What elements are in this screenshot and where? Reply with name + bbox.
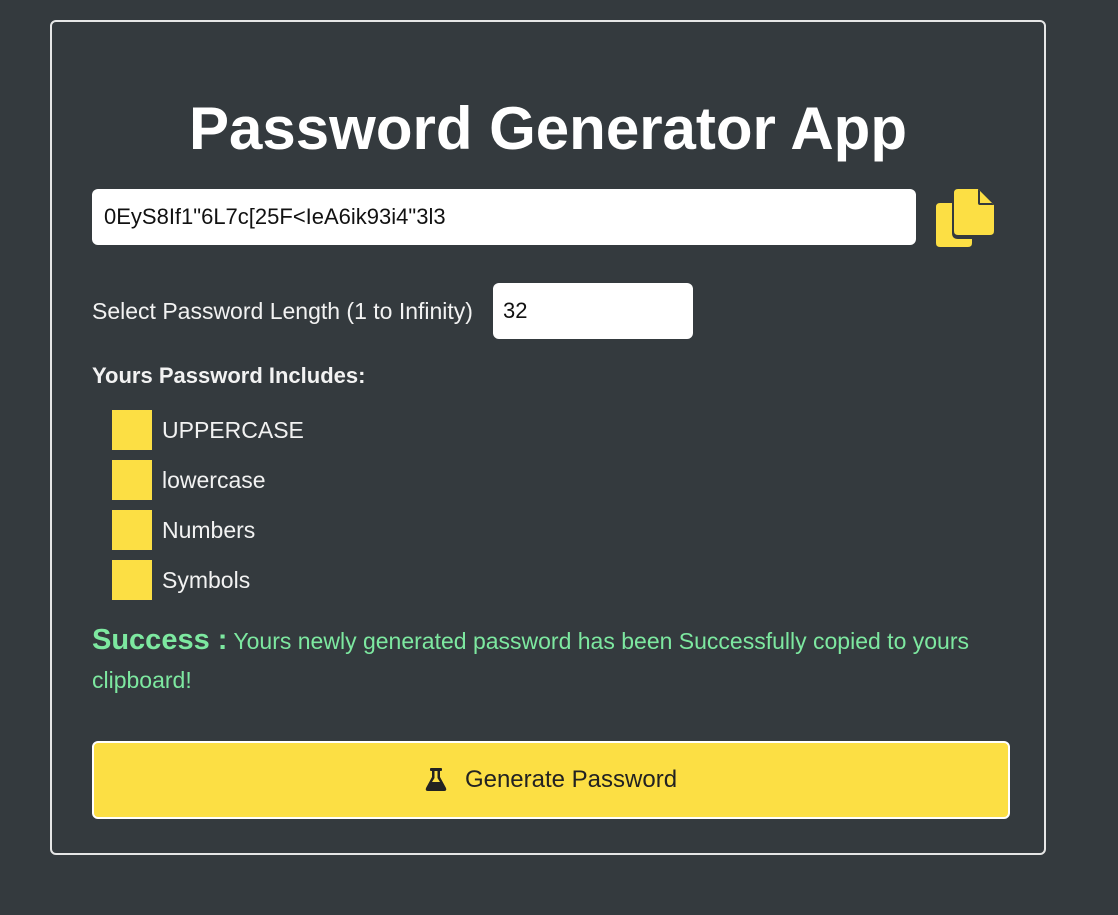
success-message: Success : Yours newly generated password… — [92, 621, 1012, 700]
uppercase-checkbox[interactable] — [112, 410, 152, 450]
page-title: Password Generator App — [189, 95, 907, 162]
generate-password-button[interactable]: Generate Password — [92, 741, 1010, 819]
includes-heading: Yours Password Includes: — [92, 363, 366, 388]
generated-password-field[interactable] — [92, 189, 916, 245]
copy-button[interactable] — [932, 185, 998, 251]
option-label: UPPERCASE — [162, 416, 304, 443]
option-numbers[interactable]: Numbers — [112, 510, 255, 550]
option-label: lowercase — [162, 466, 266, 493]
lowercase-checkbox[interactable] — [112, 460, 152, 500]
symbols-checkbox[interactable] — [112, 560, 152, 600]
option-lowercase[interactable]: lowercase — [112, 460, 266, 500]
option-label: Symbols — [162, 566, 251, 593]
flask-icon — [425, 768, 447, 792]
option-uppercase[interactable]: UPPERCASE — [112, 410, 304, 450]
generate-button-label: Generate Password — [464, 766, 678, 793]
numbers-checkbox[interactable] — [112, 510, 152, 550]
option-symbols[interactable]: Symbols — [112, 560, 250, 600]
password-generator-card: Password Generator App Select Password L… — [50, 20, 1046, 855]
password-length-input[interactable] — [492, 283, 693, 339]
password-row — [92, 189, 1002, 247]
length-label: Select Password Length (1 to Infinity) — [92, 297, 473, 324]
success-title: Success : — [92, 624, 228, 656]
copy-icon — [936, 189, 994, 247]
option-label: Numbers — [162, 516, 256, 543]
length-row: Select Password Length (1 to Infinity) — [92, 283, 693, 339]
